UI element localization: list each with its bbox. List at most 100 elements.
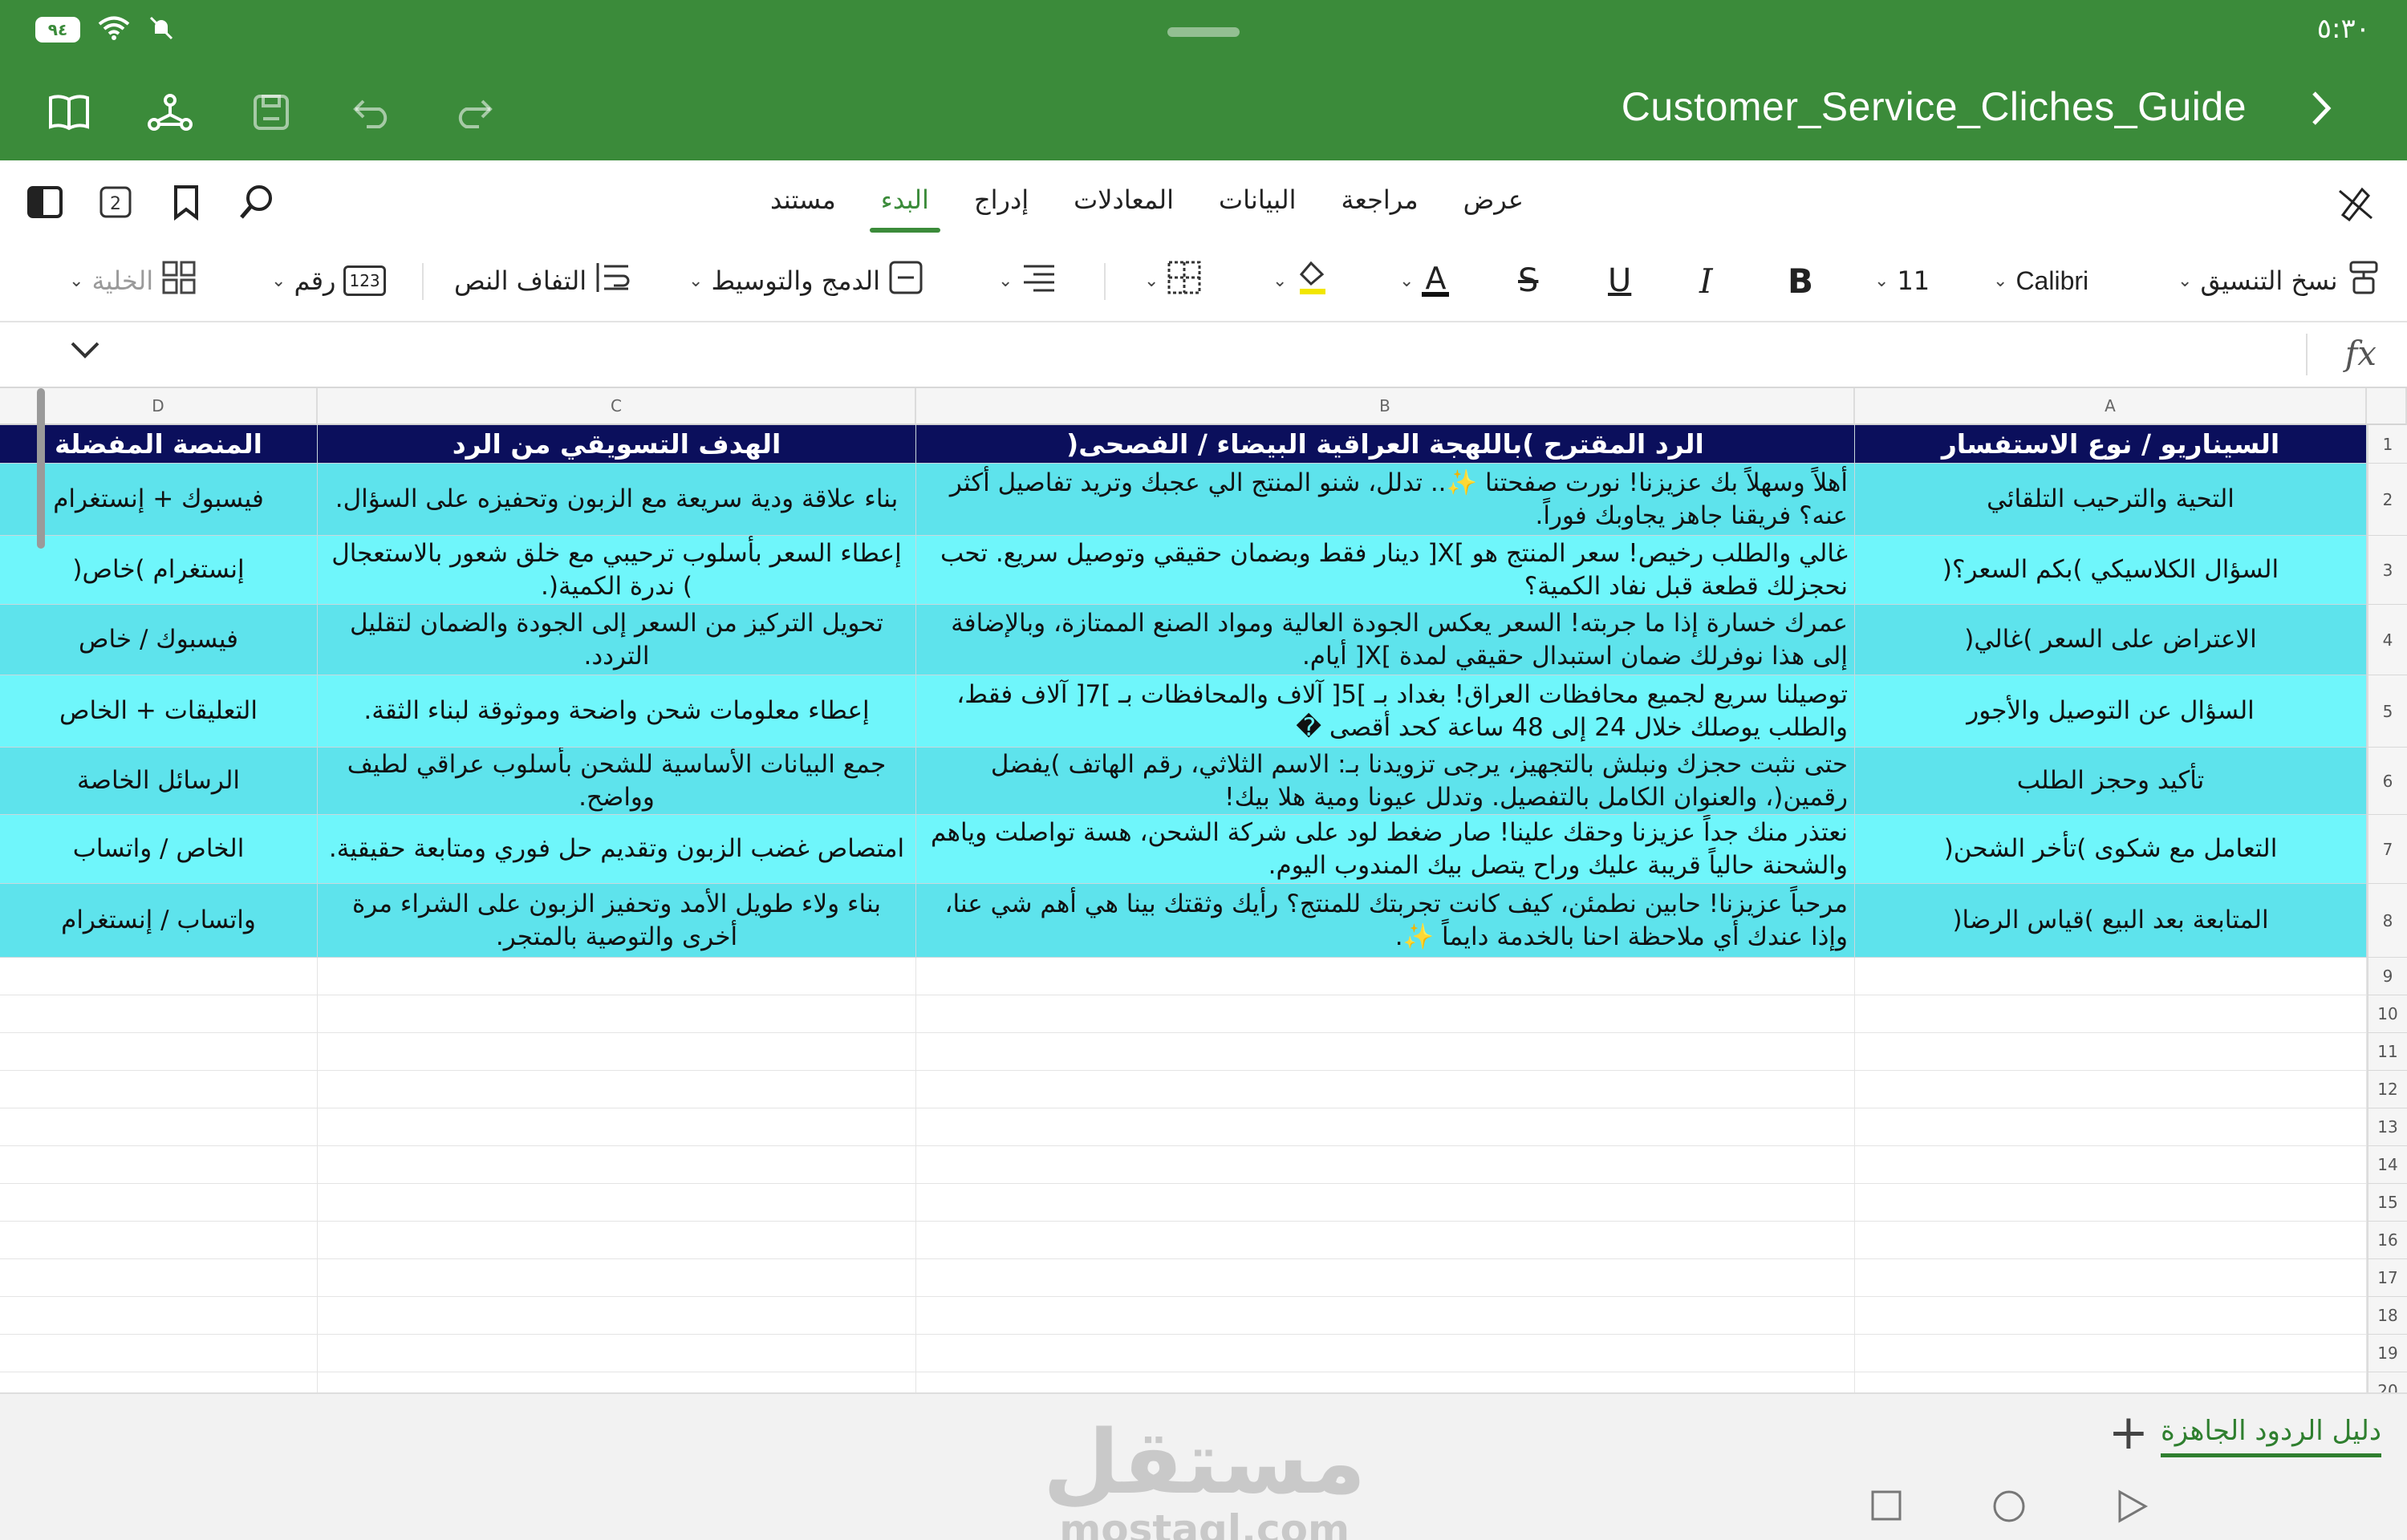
table-cell-col-b[interactable]: حتى نثبت حجزك ونبلش بالتجهيز، يرجى تزويد…: [916, 748, 1855, 815]
empty-cell[interactable]: [0, 958, 318, 995]
row-number[interactable]: 9: [2367, 958, 2407, 995]
empty-cell[interactable]: [916, 1071, 1855, 1108]
table-cell-col-c[interactable]: إعطاء معلومات شحن واضحة وموثوقة لبناء ال…: [318, 675, 916, 748]
table-cell-col-d[interactable]: إنستغرام )خاص(: [0, 536, 318, 605]
borders-button[interactable]: ⌄: [1144, 258, 1202, 303]
strikethrough-button[interactable]: S: [1518, 258, 1538, 303]
header-cell[interactable]: الرد المقترح )باللهجة العراقية البيضاء /…: [916, 425, 1855, 464]
table-cell-col-a[interactable]: تأكيد وحجز الطلب: [1855, 748, 2367, 815]
empty-cell[interactable]: [916, 958, 1855, 995]
table-cell-col-a[interactable]: المتابعة بعد البيع )قياس الرضا(: [1855, 884, 2367, 958]
empty-cell[interactable]: [0, 1146, 318, 1184]
empty-cell[interactable]: [1855, 1184, 2367, 1222]
table-cell-col-a[interactable]: السؤال الكلاسيكي )بكم السعر؟(: [1855, 536, 2367, 605]
multitask-grabber[interactable]: [1167, 27, 1240, 37]
table-cell-col-c[interactable]: بناء علاقة ودية سريعة مع الزبون وتحفيزه …: [318, 464, 916, 536]
row-number[interactable]: 4: [2367, 605, 2407, 675]
empty-cell[interactable]: [318, 1222, 916, 1259]
empty-cell[interactable]: [318, 958, 916, 995]
empty-cell[interactable]: [916, 1033, 1855, 1071]
table-cell-col-d[interactable]: الخاص / واتساب: [0, 815, 318, 884]
empty-cell[interactable]: [1855, 1033, 2367, 1071]
table-cell-col-d[interactable]: فيسبوك + إنستغرام: [0, 464, 318, 536]
empty-cell[interactable]: [0, 1108, 318, 1146]
fx-icon[interactable]: fx: [2345, 334, 2377, 373]
row-number[interactable]: 2: [2367, 464, 2407, 536]
tab-review[interactable]: مراجعة: [1342, 184, 1419, 226]
table-cell-col-c[interactable]: إعطاء السعر بأسلوب ترحيبي مع خلق شعور با…: [318, 536, 916, 605]
empty-cell[interactable]: [1855, 1108, 2367, 1146]
empty-cell[interactable]: [1855, 958, 2367, 995]
page-count-icon[interactable]: 2: [95, 181, 136, 223]
circle-icon[interactable]: [1991, 1489, 2027, 1527]
empty-cell[interactable]: [318, 1297, 916, 1335]
row-number[interactable]: 19: [2367, 1335, 2407, 1372]
empty-cell[interactable]: [318, 995, 916, 1033]
row-number[interactable]: 8: [2367, 884, 2407, 958]
italic-button[interactable]: I: [1699, 258, 1713, 303]
wrap-text-button[interactable]: التفاف النص: [454, 258, 631, 303]
redo-icon[interactable]: [449, 88, 497, 136]
empty-cell[interactable]: [916, 1335, 1855, 1372]
empty-cell[interactable]: [0, 1222, 318, 1259]
empty-cell[interactable]: [916, 995, 1855, 1033]
font-color-button[interactable]: ⌄ A: [1399, 258, 1450, 303]
empty-cell[interactable]: [916, 1184, 1855, 1222]
row-number[interactable]: 11: [2367, 1033, 2407, 1071]
table-cell-col-a[interactable]: الاعتراض على السعر )غالي(: [1855, 605, 2367, 675]
empty-cell[interactable]: [0, 1372, 318, 1392]
column-header-col-b[interactable]: B: [916, 388, 1855, 425]
tab-document[interactable]: مستند: [770, 184, 836, 226]
empty-cell[interactable]: [318, 1071, 916, 1108]
empty-cell[interactable]: [1855, 1071, 2367, 1108]
table-cell-col-c[interactable]: بناء ولاء طويل الأمد وتحفيز الزبون على ا…: [318, 884, 916, 958]
merge-center-button[interactable]: ⌄ الدمج والتوسيط: [688, 258, 923, 303]
pen-slash-icon[interactable]: [2336, 183, 2375, 225]
table-cell-col-c[interactable]: تحويل التركيز من السعر إلى الجودة والضما…: [318, 605, 916, 675]
table-cell-col-d[interactable]: فيسبوك / خاص: [0, 605, 318, 675]
table-cell-col-b[interactable]: أهلاً وسهلاً بك عزيزنا! نورت صفحتنا ✨.. …: [916, 464, 1855, 536]
chevron-right-icon[interactable]: [2309, 90, 2333, 130]
document-title[interactable]: Customer_Service_Cliches_Guide: [1622, 83, 2247, 130]
select-all-corner[interactable]: [2367, 388, 2407, 425]
table-cell-col-b[interactable]: عمرك خسارة إذا ما جربته! السعر يعكس الجو…: [916, 605, 1855, 675]
table-cell-col-d[interactable]: الرسائل الخاصة: [0, 748, 318, 815]
empty-cell[interactable]: [1855, 1297, 2367, 1335]
table-cell-col-a[interactable]: التعامل مع شكوى )تأخر الشحن(: [1855, 815, 2367, 884]
empty-cell[interactable]: [318, 1033, 916, 1071]
empty-cell[interactable]: [916, 1259, 1855, 1297]
table-cell-col-b[interactable]: غالي والطلب رخيص! سعر المنتج هو ]X[ دينا…: [916, 536, 1855, 605]
empty-cell[interactable]: [0, 1297, 318, 1335]
row-number[interactable]: 12: [2367, 1071, 2407, 1108]
row-number[interactable]: 15: [2367, 1184, 2407, 1222]
undo-icon[interactable]: [348, 88, 396, 136]
empty-cell[interactable]: [318, 1184, 916, 1222]
empty-cell[interactable]: [0, 1033, 318, 1071]
empty-cell[interactable]: [916, 1297, 1855, 1335]
share-icon[interactable]: [146, 88, 194, 136]
table-cell-col-b[interactable]: نعتذر منك جداً عزيزنا وحقك علينا! صار ضغ…: [916, 815, 1855, 884]
bold-button[interactable]: B: [1788, 258, 1813, 303]
row-number[interactable]: 14: [2367, 1146, 2407, 1184]
table-cell-col-d[interactable]: التعليقات + الخاص: [0, 675, 318, 748]
bookmark-icon[interactable]: [165, 181, 207, 223]
sheet-tab-active[interactable]: دليل الردود الجاهزة: [2160, 1415, 2381, 1457]
triangle-icon[interactable]: [2115, 1489, 2149, 1527]
empty-cell[interactable]: [318, 1259, 916, 1297]
save-icon[interactable]: [247, 88, 295, 136]
row-number[interactable]: 17: [2367, 1259, 2407, 1297]
number-format-button[interactable]: ⌄ رقم 123: [271, 258, 386, 303]
tab-insert[interactable]: إدراج: [974, 184, 1029, 226]
empty-cell[interactable]: [318, 1372, 916, 1392]
empty-cell[interactable]: [1855, 1259, 2367, 1297]
add-sheet-button[interactable]: +: [2109, 1408, 2149, 1457]
empty-cell[interactable]: [1855, 1335, 2367, 1372]
chevron-down-icon[interactable]: [69, 340, 101, 364]
empty-cell[interactable]: [1855, 1372, 2367, 1392]
font-name-dropdown[interactable]: ⌄ Calibri: [1993, 258, 2088, 303]
row-number[interactable]: 18: [2367, 1297, 2407, 1335]
header-cell[interactable]: السيناريو / نوع الاستفسار: [1855, 425, 2367, 464]
empty-cell[interactable]: [1855, 1146, 2367, 1184]
empty-cell[interactable]: [0, 1335, 318, 1372]
row-number[interactable]: 6: [2367, 748, 2407, 815]
